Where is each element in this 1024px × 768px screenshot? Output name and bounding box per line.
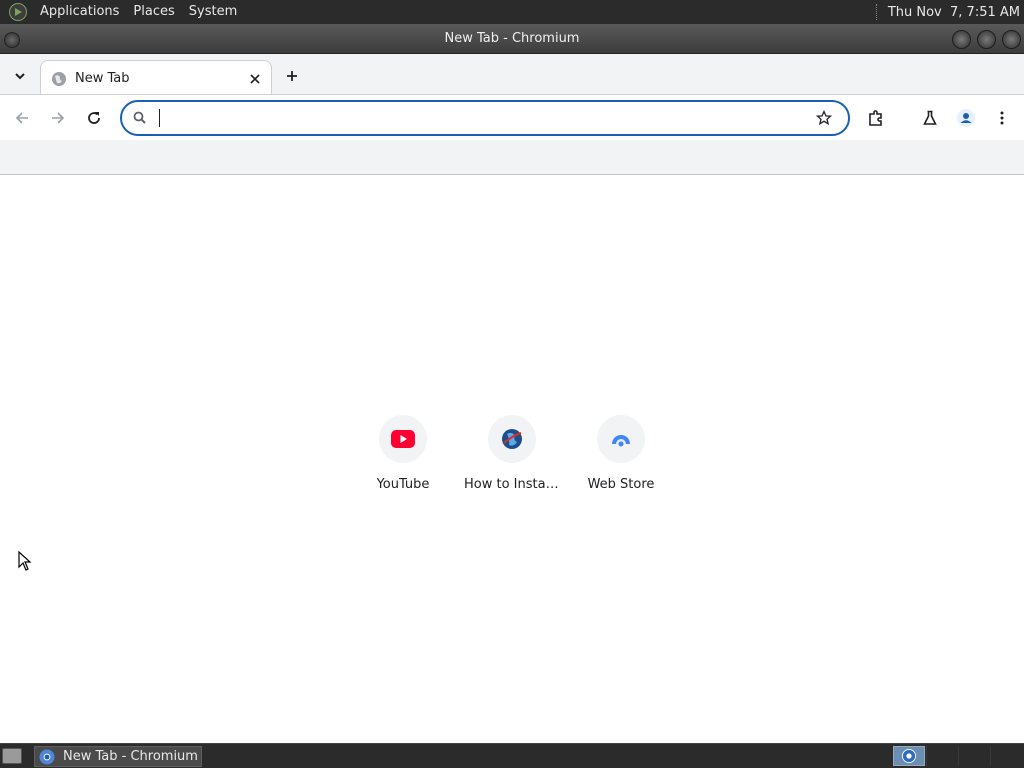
- youtube-icon: [391, 430, 415, 448]
- tab-new-tab[interactable]: New Tab: [40, 60, 272, 96]
- chromium-icon: [39, 749, 55, 764]
- labs-button[interactable]: [918, 106, 942, 130]
- avatar-icon: [957, 109, 975, 127]
- profile-button[interactable]: [954, 106, 978, 130]
- maximize-button[interactable]: [977, 30, 996, 49]
- workspace-switcher-active[interactable]: [893, 746, 925, 766]
- close-window-button[interactable]: [1002, 30, 1021, 49]
- mouse-pointer-icon: [18, 551, 32, 571]
- shortcut-label: How to Instal...: [464, 477, 560, 492]
- clock[interactable]: Thu Nov 7, 7:51 AM: [888, 5, 1024, 20]
- new-tab-button[interactable]: [280, 64, 304, 88]
- panel-separator: [875, 4, 878, 20]
- taskbar-window-label: New Tab - Chromium: [63, 749, 198, 764]
- tab-strip: New Tab: [0, 54, 1024, 96]
- new-tab-page: YouTube How to Instal... Web Store: [0, 175, 1024, 743]
- puzzle-icon: [869, 110, 882, 126]
- close-tab-button[interactable]: [245, 69, 265, 89]
- shortcut-label: Web Store: [587, 477, 655, 492]
- flask-icon: [923, 110, 937, 125]
- forward-button[interactable]: [46, 106, 70, 130]
- workspace-3[interactable]: [958, 746, 990, 766]
- window-title: New Tab - Chromium: [444, 31, 580, 46]
- minimize-button[interactable]: [952, 30, 971, 49]
- shortcut-label: YouTube: [376, 477, 430, 492]
- bottom-taskbar: New Tab - Chromium: [0, 743, 1024, 768]
- distro-logo-icon[interactable]: [9, 3, 27, 21]
- address-input[interactable]: [162, 110, 814, 126]
- chromium-icon: [902, 749, 916, 763]
- text-caret: [159, 109, 160, 127]
- show-desktop-button[interactable]: [2, 748, 22, 764]
- places-menu[interactable]: Places: [126, 0, 181, 24]
- search-icon: [133, 111, 146, 124]
- workspace-2[interactable]: [926, 746, 958, 766]
- taskbar-window-button[interactable]: New Tab - Chromium: [34, 746, 202, 767]
- extensions-button[interactable]: [864, 106, 888, 130]
- tab-search-button[interactable]: [8, 64, 32, 88]
- bookmark-star-button[interactable]: [814, 108, 834, 128]
- menu-button[interactable]: [990, 106, 1014, 130]
- web-store-icon: [612, 435, 630, 447]
- globe-site-icon: [502, 429, 522, 449]
- window-menu-button[interactable]: [4, 32, 20, 48]
- back-button[interactable]: [10, 106, 34, 130]
- more-vertical-icon: [1000, 111, 1004, 125]
- reload-button[interactable]: [82, 106, 106, 130]
- shortcuts-grid: YouTube How to Instal... Web Store: [355, 415, 669, 505]
- workspace-4[interactable]: [990, 746, 1022, 766]
- shortcut-tile: [488, 415, 536, 463]
- shortcut-web-store[interactable]: Web Store: [573, 415, 669, 505]
- arrow-right-icon: [52, 112, 65, 124]
- reload-icon: [88, 112, 100, 124]
- shortcut-how-to-install[interactable]: How to Instal...: [464, 415, 560, 505]
- star-icon: [816, 110, 832, 126]
- chevron-down-icon: [15, 73, 25, 80]
- address-bar[interactable]: [120, 100, 850, 136]
- window-titlebar[interactable]: New Tab - Chromium: [0, 24, 1024, 54]
- bookmarks-bar: [0, 140, 1024, 175]
- close-icon: [250, 73, 260, 84]
- shortcut-youtube[interactable]: YouTube: [355, 415, 451, 505]
- plus-icon: [287, 71, 297, 81]
- shortcut-tile: [597, 415, 645, 463]
- top-panel: Applications Places System Thu Nov 7, 7:…: [0, 0, 1024, 24]
- system-menu[interactable]: System: [182, 0, 244, 24]
- globe-icon: [52, 71, 66, 86]
- tab-title: New Tab: [75, 71, 130, 86]
- shortcut-tile: [379, 415, 427, 463]
- browser-toolbar: [0, 94, 1024, 140]
- applications-menu[interactable]: Applications: [33, 0, 126, 24]
- arrow-left-icon: [15, 112, 28, 124]
